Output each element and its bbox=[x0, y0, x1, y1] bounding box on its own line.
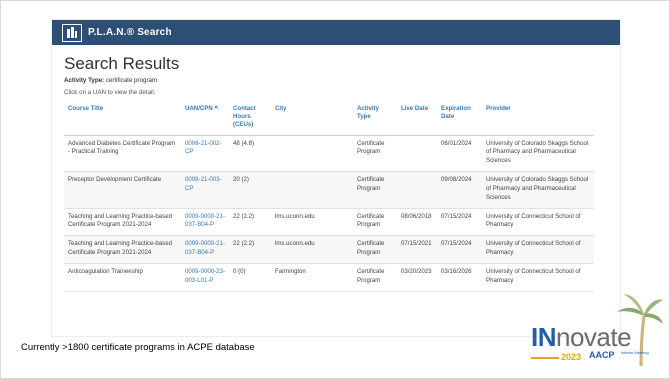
innovate-wordmark: INnovate bbox=[531, 322, 632, 353]
aacp-logo-text: AACP bbox=[589, 350, 615, 360]
cell-contact-hours: 22 (2.2) bbox=[229, 208, 271, 237]
table-row: Teaching and Learning Practice-based Cer… bbox=[64, 208, 594, 237]
cell-expiration-date: 03/16/2026 bbox=[437, 263, 482, 292]
header-bar: P.L.A.N.® Search bbox=[52, 20, 620, 45]
cell-live-date: 03/20/2023 bbox=[397, 263, 437, 292]
column-header-course-title[interactable]: Course Title bbox=[64, 102, 181, 136]
cell-activity-type: Certificate Program bbox=[353, 135, 397, 173]
cell-city: Farmington bbox=[271, 263, 353, 292]
table-row: Advanced Diabetes Certificate Program - … bbox=[64, 135, 594, 173]
innovate-logo: INnovate 2023 AACP Interim Meeting bbox=[523, 286, 663, 374]
cell-provider: University of Colorado Skaggs School of … bbox=[482, 135, 594, 173]
cell-provider: University of Connecticut School of Phar… bbox=[482, 208, 594, 237]
cell-city: lms.uconn.edu bbox=[271, 208, 353, 237]
cell-live-date bbox=[397, 135, 437, 173]
cell-city bbox=[271, 171, 353, 209]
cell-city: lms.uconn.edu bbox=[271, 235, 353, 264]
plan-logo-icon[interactable] bbox=[62, 23, 82, 42]
column-header-uan-cpn-label: UAN/CPN bbox=[185, 105, 213, 112]
cell-course-title: Teaching and Learning Practice-based Cer… bbox=[64, 208, 181, 237]
slide: P.L.A.N.® Search Search Results Activity… bbox=[0, 0, 670, 379]
cell-course-title: Advanced Diabetes Certificate Program - … bbox=[64, 135, 181, 173]
table-row: Anticoagulation Traineeship 0009-0000-23… bbox=[64, 263, 594, 292]
event-year: 2023 bbox=[561, 352, 582, 362]
column-header-expiration-date[interactable]: Expiration Date bbox=[437, 102, 482, 136]
aacp-tagline: Interim Meeting bbox=[621, 350, 649, 355]
cell-activity-type: Certificate Program bbox=[353, 171, 397, 209]
column-header-live-date[interactable]: Live Date bbox=[397, 102, 437, 136]
activity-type-value: certificate program bbox=[105, 77, 158, 84]
column-header-activity-type[interactable]: Activity Type bbox=[353, 102, 397, 136]
cell-expiration-date: 07/15/2024 bbox=[437, 208, 482, 237]
cell-activity-type: Certificate Program bbox=[353, 235, 397, 264]
cell-provider: University of Connecticut School of Phar… bbox=[482, 235, 594, 264]
uan-link[interactable]: 0009-0000-21-037-B04-P bbox=[181, 208, 229, 237]
cell-expiration-date: 06/01/2024 bbox=[437, 135, 482, 173]
column-header-city[interactable]: City bbox=[271, 102, 353, 136]
wordmark-in: IN bbox=[531, 322, 557, 352]
cell-course-title: Teaching and Learning Practice-based Cer… bbox=[64, 235, 181, 264]
activity-type-filter: Activity Type: certificate program bbox=[64, 77, 608, 84]
cell-live-date bbox=[397, 171, 437, 209]
table-row: Teaching and Learning Practice-based Cer… bbox=[64, 235, 594, 264]
cell-provider: University of Colorado Skaggs School of … bbox=[482, 171, 594, 209]
uan-link[interactable]: 0008-21-002-CP bbox=[181, 135, 229, 173]
cell-live-date: 08/06/2018 bbox=[397, 208, 437, 237]
activity-type-label: Activity Type: bbox=[64, 77, 105, 84]
cell-contact-hours: 48 (4.8) bbox=[229, 135, 271, 173]
cell-expiration-date: 07/15/2024 bbox=[437, 235, 482, 264]
cell-expiration-date: 09/08/2024 bbox=[437, 171, 482, 209]
cell-activity-type: Certificate Program bbox=[353, 263, 397, 292]
cell-activity-type: Certificate Program bbox=[353, 208, 397, 237]
cell-course-title: Preceptor Development Certificate bbox=[64, 171, 181, 209]
results-table: Course Title UAN/CPN ^ Contact Hours (CE… bbox=[64, 102, 594, 292]
cell-contact-hours: 0 (0) bbox=[229, 263, 271, 292]
cell-course-title: Anticoagulation Traineeship bbox=[64, 263, 181, 292]
uan-link[interactable]: 0009-0000-23-003-L01-P bbox=[181, 263, 229, 292]
cell-contact-hours: 22 (2.2) bbox=[229, 235, 271, 264]
page-title: Search Results bbox=[64, 54, 180, 73]
table-row: Preceptor Development Certificate 0008-2… bbox=[64, 171, 594, 209]
uan-link[interactable]: 0008-21-003-CP bbox=[181, 171, 229, 209]
app-title: P.L.A.N.® Search bbox=[88, 27, 172, 38]
slide-caption: Currently >1800 certificate programs in … bbox=[21, 342, 255, 353]
column-header-uan-cpn[interactable]: UAN/CPN ^ bbox=[181, 102, 229, 136]
results-content: Search Results Activity Type: certificat… bbox=[52, 45, 620, 292]
column-header-provider[interactable]: Provider bbox=[482, 102, 594, 136]
table-header-row: Course Title UAN/CPN ^ Contact Hours (CE… bbox=[64, 102, 594, 136]
cell-contact-hours: 20 (2) bbox=[229, 171, 271, 209]
instruction-text: Click on a UAN to view the detail. bbox=[64, 89, 156, 96]
cell-city bbox=[271, 135, 353, 173]
wordmark-novate: novate bbox=[556, 322, 632, 352]
sort-ascending-icon[interactable]: ^ bbox=[214, 106, 218, 112]
uan-link[interactable]: 0009-0000-21-037-B04-P bbox=[181, 235, 229, 264]
year-divider bbox=[531, 357, 559, 359]
column-header-contact-hours[interactable]: Contact Hours (CEUs) bbox=[229, 102, 271, 136]
cell-live-date: 07/15/2021 bbox=[397, 235, 437, 264]
